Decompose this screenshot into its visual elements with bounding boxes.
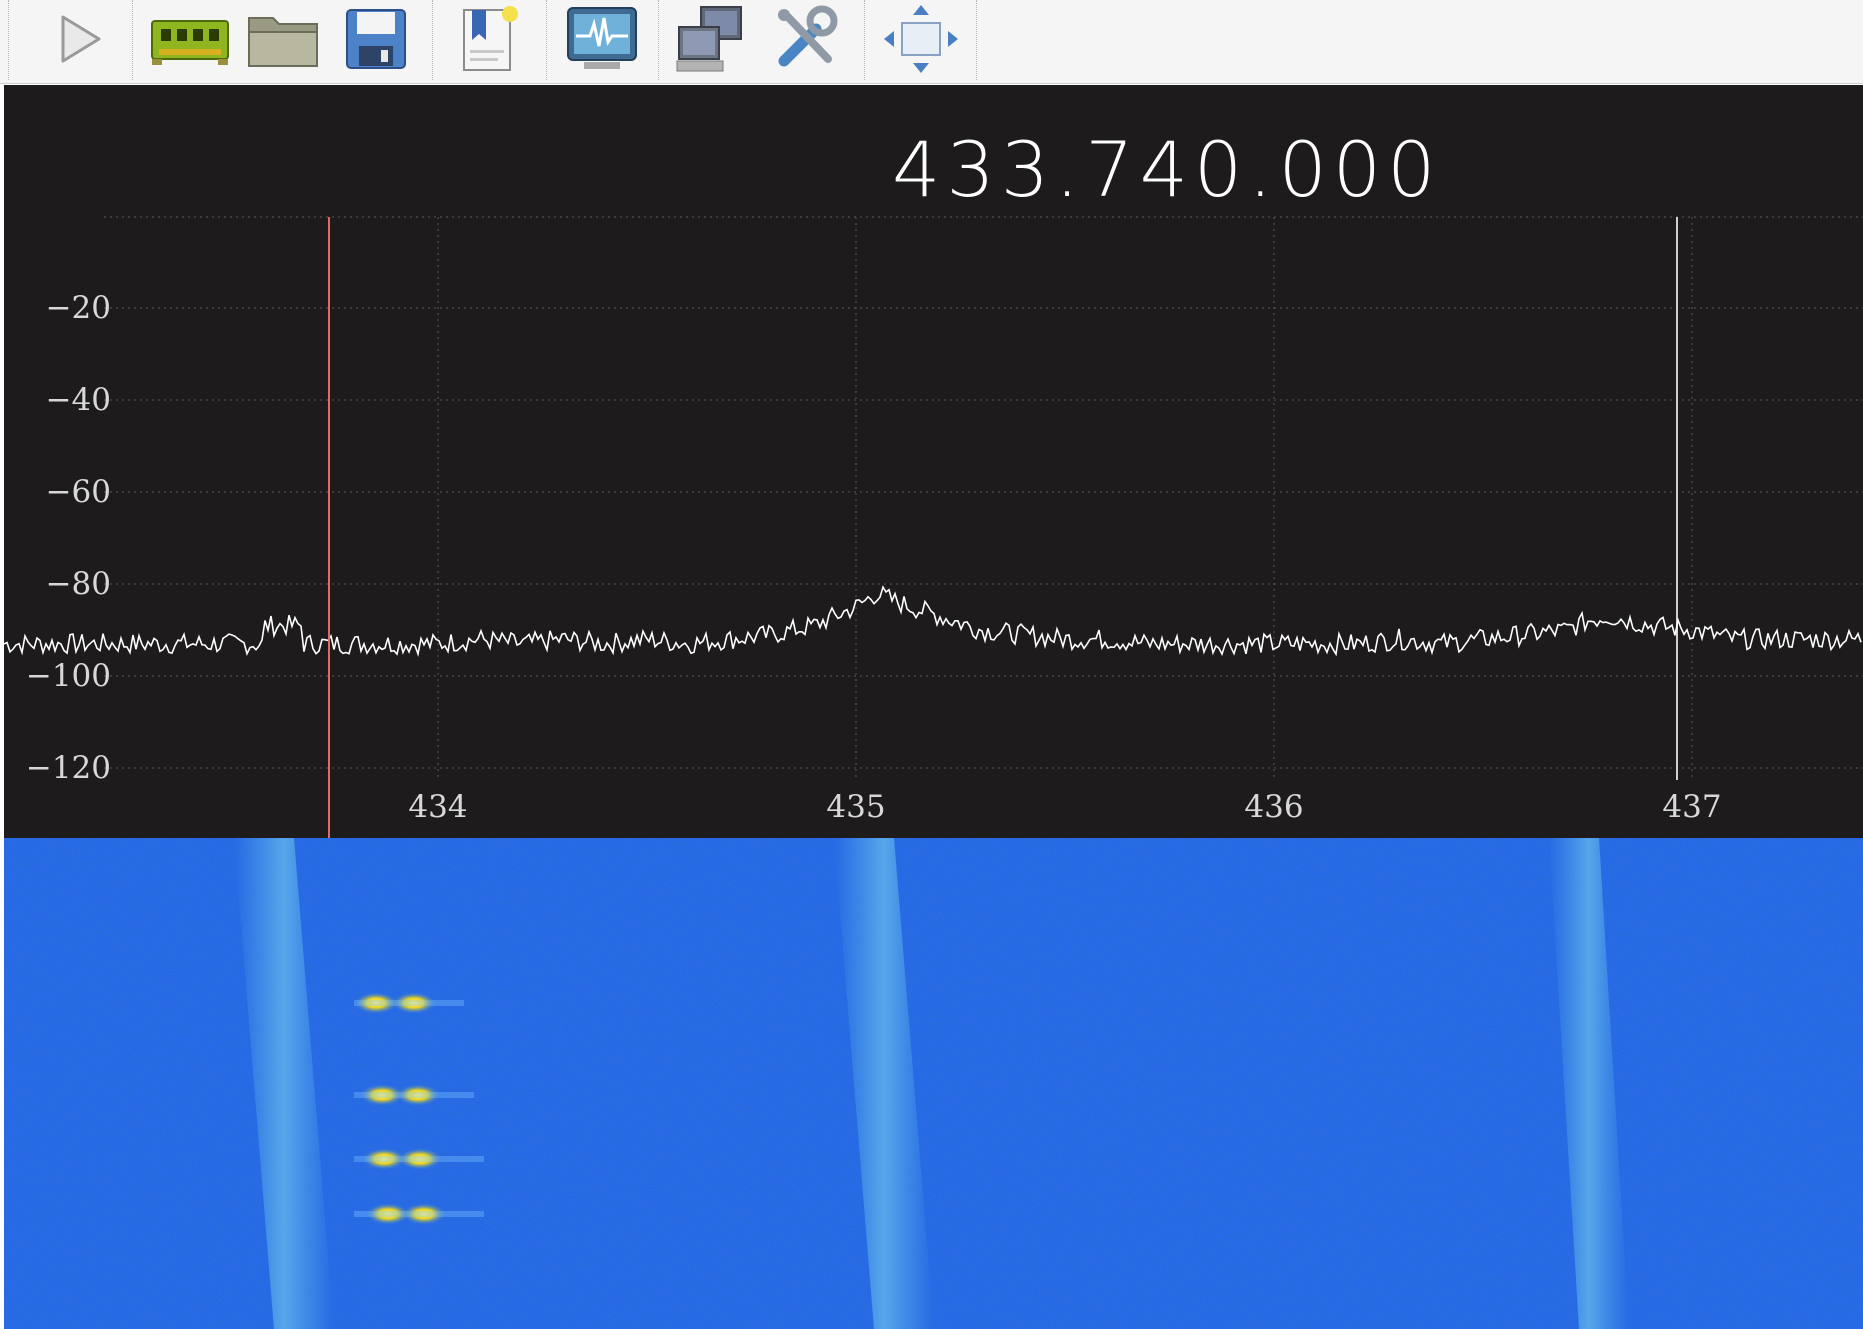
y-tick-label: −20: [46, 290, 111, 326]
remote-control-button[interactable]: [672, 4, 750, 74]
receiver-display: 433.740.000 −20 −40 −60 −80 −100 −120 434 435 43…: [4, 85, 1863, 1329]
spectrum-trace: [4, 585, 1862, 658]
waveform-monitor-icon: [567, 7, 637, 69]
folder-icon: [248, 17, 318, 67]
open-file-button[interactable]: [244, 4, 322, 74]
device-button[interactable]: [148, 4, 232, 74]
y-tick-label: −80: [46, 566, 111, 602]
waterfall-burst-trail: [354, 1211, 484, 1217]
waterfall-canvas: [4, 838, 1863, 1329]
y-tick-label: −120: [26, 750, 111, 786]
fullscreen-button[interactable]: [880, 4, 962, 74]
start-button[interactable]: [44, 4, 114, 74]
device-board-icon: [151, 20, 229, 65]
settings-button[interactable]: [768, 4, 844, 74]
spectrum-plot[interactable]: −20 −40 −60 −80 −100 −120 434 435 436 437: [4, 85, 1863, 838]
waterfall-display[interactable]: [4, 838, 1863, 1329]
y-tick-label: −40: [46, 382, 111, 418]
x-tick-label: 435: [826, 789, 885, 825]
bookmark-icon: [463, 6, 518, 71]
y-tick-label: −100: [26, 658, 111, 694]
x-tick-label: 437: [1662, 789, 1721, 825]
waterfall-burst-trail: [354, 1000, 464, 1006]
bookmark-button[interactable]: [452, 4, 526, 74]
network-computer-icon: [676, 6, 742, 72]
move-arrows-icon: [884, 5, 958, 73]
fft-settings-button[interactable]: [562, 4, 642, 74]
waterfall-burst-trail: [354, 1156, 484, 1162]
waterfall-burst-trail: [354, 1092, 474, 1098]
floppy-disk-icon: [346, 9, 406, 69]
play-icon: [61, 15, 101, 63]
save-button[interactable]: [340, 4, 412, 74]
toolbar-grip[interactable]: [8, 0, 11, 80]
x-tick-label: 436: [1244, 789, 1303, 825]
tools-icon: [778, 5, 838, 67]
y-tick-label: −60: [46, 474, 111, 510]
x-tick-label: 434: [408, 789, 467, 825]
toolbar: [0, 0, 1863, 84]
